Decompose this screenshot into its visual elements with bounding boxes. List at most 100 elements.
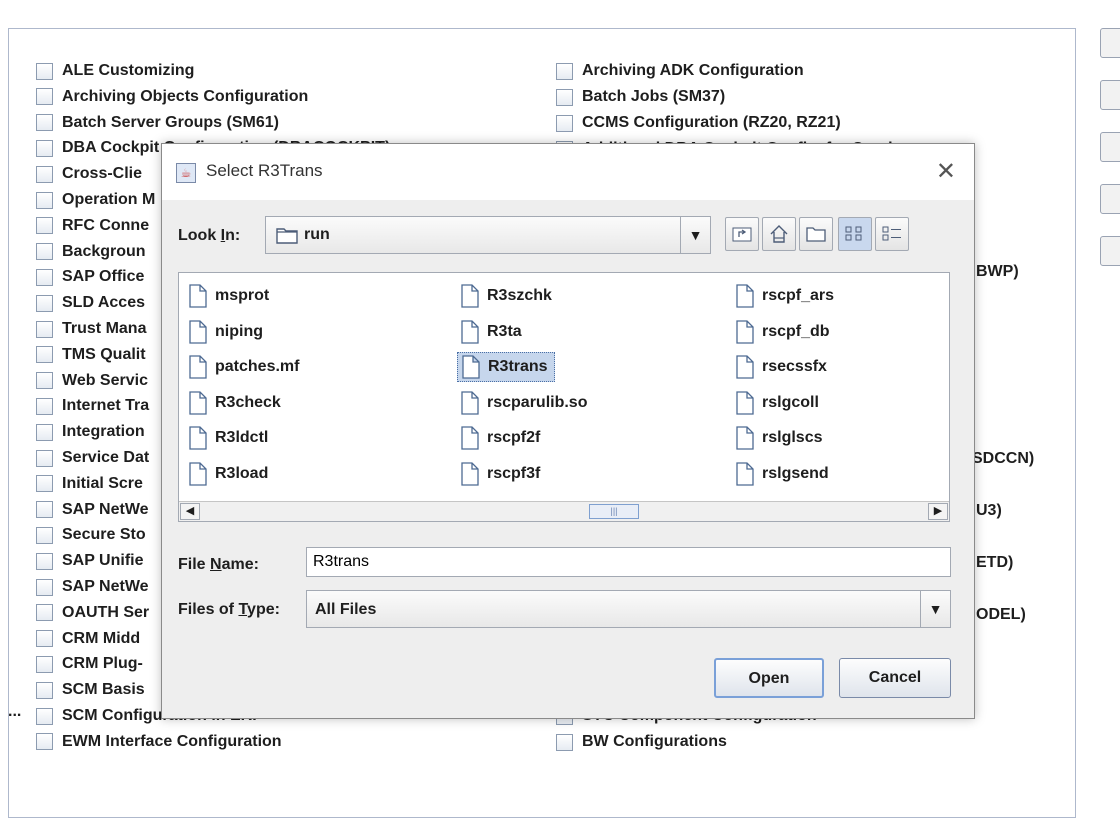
config-checkbox-row[interactable]: CRM Midd xyxy=(36,626,140,652)
checkbox[interactable] xyxy=(36,552,53,570)
config-checkbox-row[interactable]: SAP Office xyxy=(36,264,144,290)
config-checkbox-row[interactable]: BW Configurations xyxy=(556,729,727,755)
file-item[interactable]: rscpf2f xyxy=(457,423,546,453)
file-item[interactable]: R3szchk xyxy=(457,281,558,311)
file-item[interactable]: R3ldctl xyxy=(185,423,274,453)
side-button-2[interactable] xyxy=(1100,80,1120,110)
horizontal-scrollbar[interactable]: ◀ ||| ▶ xyxy=(179,501,949,521)
config-checkbox-row[interactable]: Trust Mana xyxy=(36,316,146,342)
file-item[interactable]: rscpf_db xyxy=(732,317,836,347)
checkbox[interactable] xyxy=(36,423,53,441)
scroll-left-icon[interactable]: ◀ xyxy=(180,503,200,520)
config-checkbox-row[interactable]: EWM Interface Configuration xyxy=(36,729,282,755)
checkbox[interactable] xyxy=(36,707,53,725)
config-checkbox-row[interactable]: Batch Server Groups (SM61) xyxy=(36,110,279,136)
file-item[interactable]: R3ta xyxy=(457,317,528,347)
up-one-level-button[interactable] xyxy=(725,217,759,251)
side-button-3[interactable] xyxy=(1100,132,1120,162)
side-button-4[interactable] xyxy=(1100,184,1120,214)
checkbox[interactable] xyxy=(36,526,53,544)
config-checkbox-row[interactable]: TMS Qualit xyxy=(36,342,146,368)
checkbox[interactable] xyxy=(36,372,53,390)
chevron-down-icon[interactable]: ▼ xyxy=(680,217,710,253)
checkbox[interactable] xyxy=(36,165,53,183)
checkbox[interactable] xyxy=(36,217,53,235)
details-view-button[interactable] xyxy=(875,217,909,251)
file-item[interactable]: R3load xyxy=(185,459,274,489)
close-icon[interactable]: ✕ xyxy=(936,157,956,185)
config-checkbox-row[interactable]: SAP NetWe xyxy=(36,574,149,600)
config-checkbox-row[interactable]: Archiving Objects Configuration xyxy=(36,84,308,110)
files-of-type-combobox[interactable]: All Files ▼ xyxy=(306,590,951,628)
checkbox[interactable] xyxy=(36,681,53,699)
chevron-down-icon[interactable]: ▼ xyxy=(920,591,950,627)
checkbox[interactable] xyxy=(556,733,573,751)
config-checkbox-row[interactable]: RFC Conne xyxy=(36,213,149,239)
checkbox[interactable] xyxy=(36,475,53,493)
checkbox[interactable] xyxy=(36,62,53,80)
file-item[interactable]: patches.mf xyxy=(185,352,305,382)
config-checkbox-row[interactable]: SAP NetWe xyxy=(36,497,149,523)
checkbox[interactable] xyxy=(36,578,53,596)
open-button[interactable]: Open xyxy=(714,658,824,698)
config-checkbox-row[interactable]: Batch Jobs (SM37) xyxy=(556,84,725,110)
config-checkbox-row[interactable]: Integration xyxy=(36,419,145,445)
config-checkbox-row[interactable]: Operation M xyxy=(36,187,155,213)
side-button-5[interactable] xyxy=(1100,236,1120,266)
config-checkbox-row[interactable]: Web Servic xyxy=(36,368,148,394)
list-view-button[interactable] xyxy=(838,217,872,251)
file-item[interactable]: rscpf3f xyxy=(457,459,546,489)
checkbox[interactable] xyxy=(36,320,53,338)
config-checkbox-row[interactable]: SLD Acces xyxy=(36,290,145,316)
look-in-combobox[interactable]: run ▼ xyxy=(265,216,711,254)
file-item[interactable]: msprot xyxy=(185,281,275,311)
checkbox[interactable] xyxy=(36,139,53,157)
side-button-1[interactable] xyxy=(1100,28,1120,58)
checkbox[interactable] xyxy=(36,243,53,261)
checkbox[interactable] xyxy=(36,268,53,286)
scrollbar-thumb[interactable]: ||| xyxy=(589,504,639,519)
home-button[interactable] xyxy=(762,217,796,251)
checkbox[interactable] xyxy=(556,114,573,132)
checkbox[interactable] xyxy=(36,733,53,751)
file-item[interactable]: niping xyxy=(185,317,269,347)
config-checkbox-row[interactable]: SCM Basis xyxy=(36,677,145,703)
file-item[interactable]: R3trans xyxy=(457,352,555,383)
file-item[interactable]: rsecssfx xyxy=(732,352,833,382)
config-checkbox-row[interactable]: Backgroun xyxy=(36,239,146,265)
file-item[interactable]: rslgsend xyxy=(732,459,835,489)
file-name-input[interactable] xyxy=(306,547,951,577)
config-checkbox-row[interactable]: OAUTH Ser xyxy=(36,600,149,626)
checkbox[interactable] xyxy=(36,604,53,622)
checkbox[interactable] xyxy=(36,449,53,467)
config-checkbox-row[interactable]: Service Dat xyxy=(36,445,149,471)
file-item[interactable]: rslgcoll xyxy=(732,388,825,418)
config-checkbox-row[interactable]: Internet Tra xyxy=(36,393,149,419)
file-list[interactable]: ◀ ||| ▶ msprot niping patches.mf R3check R3l… xyxy=(178,272,950,522)
file-item[interactable]: rslglscs xyxy=(732,423,828,453)
config-checkbox-row[interactable]: CRM Plug- xyxy=(36,651,143,677)
file-item[interactable]: rscparulib.so xyxy=(457,388,593,418)
checkbox[interactable] xyxy=(36,88,53,106)
config-checkbox-row[interactable]: Cross-Clie xyxy=(36,161,142,187)
checkbox[interactable] xyxy=(36,655,53,673)
checkbox[interactable] xyxy=(36,630,53,648)
scroll-right-icon[interactable]: ▶ xyxy=(928,503,948,520)
checkbox[interactable] xyxy=(36,501,53,519)
checkbox[interactable] xyxy=(556,62,573,80)
config-checkbox-row[interactable]: SAP Unifie xyxy=(36,548,144,574)
file-item[interactable]: rscpf_ars xyxy=(732,281,840,311)
config-checkbox-row[interactable]: ALE Customizing xyxy=(36,58,194,84)
cancel-button[interactable]: Cancel xyxy=(839,658,951,698)
checkbox[interactable] xyxy=(556,88,573,106)
config-checkbox-row[interactable]: CCMS Configuration (RZ20, RZ21) xyxy=(556,110,841,136)
config-checkbox-row[interactable]: Initial Scre xyxy=(36,471,143,497)
file-item[interactable]: R3check xyxy=(185,388,287,418)
checkbox[interactable] xyxy=(36,191,53,209)
config-checkbox-row[interactable]: Archiving ADK Configuration xyxy=(556,58,804,84)
config-checkbox-row[interactable]: Secure Sto xyxy=(36,522,146,548)
checkbox[interactable] xyxy=(36,294,53,312)
new-folder-button[interactable] xyxy=(799,217,833,251)
checkbox[interactable] xyxy=(36,397,53,415)
checkbox[interactable] xyxy=(36,346,53,364)
